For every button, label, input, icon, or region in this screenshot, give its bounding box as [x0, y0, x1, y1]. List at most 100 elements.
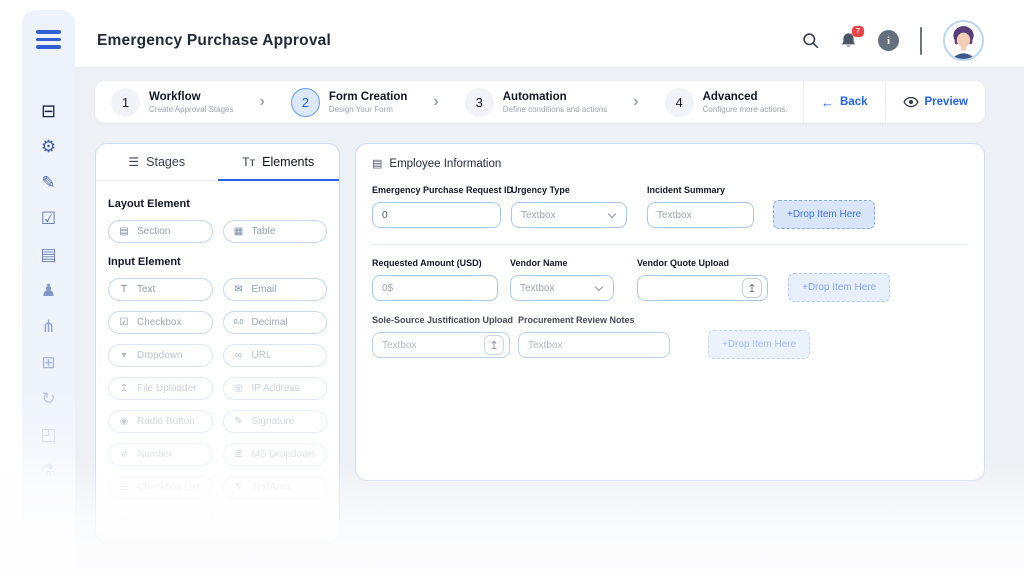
step-chevron-icon: › — [633, 93, 639, 110]
palette-item-checkbox[interactable]: ☑ Checkbox — [108, 311, 213, 334]
palette-item-label: Checkbox — [137, 317, 182, 328]
field-incident-summary[interactable]: Textbox — [647, 202, 754, 228]
step-form-creation[interactable]: 2 Form Creation Design Your Form — [290, 87, 408, 117]
palette-item-file-uploader[interactable]: ↥ File Uploader — [108, 377, 213, 400]
palette-item-faded[interactable]: ▢ — [108, 509, 213, 532]
file-upload-icon[interactable]: ↥ — [484, 335, 504, 355]
checkbox-list-icon: ☰ — [119, 482, 129, 493]
table-icon: ▦ — [233, 226, 244, 237]
palette-section-title: Layout Element — [108, 198, 190, 210]
sidebar: ⊟ ⚙ ✎ ☑ ▤ ♟ ⋔ ⊞ ↻ ◰ ⚗ — [22, 10, 75, 555]
palette-item-label: File Uploader — [137, 383, 197, 394]
form-section-header: ▤ Employee Information — [372, 157, 968, 171]
palette-item-url[interactable]: ∞ URL — [222, 344, 327, 367]
main-area: Emergency Purchase Approval 7 i 1 Workfl… — [75, 0, 1024, 576]
stepper-actions: ← Back Preview — [803, 81, 985, 123]
field-vendor-quote-upload[interactable]: ↥ — [637, 275, 768, 301]
header-actions: 7 i — [802, 20, 984, 61]
palette-item-table[interactable]: ▦ Table — [222, 220, 327, 243]
email-icon: ✉ — [234, 284, 243, 295]
element-palette: ☰ Stages Tт Elements Layout Element ▤ Section… — [95, 143, 340, 543]
chevron-down-icon — [607, 209, 617, 218]
archive-icon[interactable]: ◰ — [40, 425, 56, 445]
approvals-icon[interactable]: ☑ — [41, 209, 56, 229]
page-title: Emergency Purchase Approval — [97, 31, 331, 49]
textarea-icon: ¶ — [235, 482, 242, 493]
workflow-icon[interactable]: ⚙ — [41, 137, 56, 157]
palette-item-number[interactable]: # Number — [108, 443, 213, 466]
file-uploader-icon: ↥ — [119, 383, 129, 394]
palette-item-label: Checkbox List — [137, 482, 200, 493]
history-icon[interactable]: ↻ — [41, 389, 55, 409]
inactive-fields-label: ▤ Inactive Fields — [367, 559, 456, 571]
user-settings-icon[interactable]: ♟ — [41, 281, 56, 301]
step-number: 1 — [111, 87, 140, 117]
field-sole-source-justification-upload[interactable]: Textbox ↥ — [372, 332, 510, 358]
elements-text-icon: Tт — [242, 155, 256, 169]
decimal-icon: 0.0 — [233, 319, 244, 326]
notifications-bell-icon[interactable]: 7 — [840, 26, 864, 49]
palette-item-label: IP Address — [251, 383, 300, 394]
stages-list-icon: ☰ — [128, 155, 140, 169]
palette-item-label: Section — [137, 226, 171, 237]
field-emergency-purchase-request-id[interactable]: 0 — [372, 202, 501, 228]
form-builder-icon[interactable]: ✎ — [41, 173, 55, 193]
drop-zone[interactable]: +Drop Item Here — [788, 273, 891, 302]
dropdown-icon: ▾ — [121, 350, 127, 361]
field-procurement-review-notes[interactable]: Textbox — [518, 332, 670, 358]
field-value: Textbox — [657, 209, 692, 221]
tab-stages[interactable]: ☰ Stages — [96, 144, 218, 180]
drop-zone[interactable]: +Drop Item Here — [708, 330, 811, 359]
palette-item-label: Decimal — [251, 317, 288, 328]
step-workflow[interactable]: 1 Workflow Create Approval Stages — [111, 87, 234, 117]
url-icon: ∞ — [234, 350, 243, 361]
palette-item-ip-address[interactable]: ◎ IP Address — [222, 377, 327, 400]
palette-item-radio-button[interactable]: ◉ Radio Button — [108, 410, 213, 433]
palette-item-label: Number — [137, 449, 173, 460]
preview-button[interactable]: Preview — [884, 81, 985, 123]
palette-item-label: Table — [251, 226, 276, 237]
tab-elements[interactable]: Tт Elements — [217, 144, 340, 181]
step-label: Workflow — [149, 91, 201, 104]
menu-icon[interactable] — [36, 30, 61, 49]
search-icon[interactable] — [802, 32, 819, 49]
palette-item-faded[interactable]: ▢ — [222, 509, 327, 532]
step-automation[interactable]: 3 Automation Define conditions and actions — [464, 87, 607, 117]
palette-item-label: Text — [137, 284, 156, 295]
file-upload-icon[interactable]: ↥ — [742, 278, 762, 298]
palette-item-textarea[interactable]: ¶ TextArea — [222, 476, 327, 499]
palette-item-text[interactable]: T Text — [108, 278, 213, 301]
field-urgency-type[interactable]: Textbox — [511, 202, 627, 228]
dashboard-icon[interactable]: ⊟ — [41, 101, 56, 121]
ms-dropdown-icon: ≣ — [234, 449, 243, 460]
chevron-down-icon — [594, 282, 604, 291]
palette-item-decimal[interactable]: 0.0 Decimal — [222, 311, 327, 334]
lab-icon[interactable]: ⚗ — [41, 461, 56, 481]
builder-panels: ☰ Stages Tт Elements Layout Element ▤ Section… — [95, 143, 985, 543]
palette-item-section[interactable]: ▤ Section — [108, 220, 213, 243]
step-advanced[interactable]: 4 Advanced Configure more actions. — [664, 87, 788, 117]
field-label: Incident Summary — [647, 185, 726, 195]
field-vendor-name[interactable]: Textbox — [510, 275, 614, 301]
field-label: Requested Amount (USD) — [372, 258, 482, 268]
field-value: Textbox — [520, 282, 555, 294]
palette-item-dropdown[interactable]: ▾ Dropdown — [108, 344, 213, 367]
step-subtitle: Configure more actions. — [702, 104, 788, 114]
palette-item-signature[interactable]: ✎ Signature — [222, 410, 327, 433]
notification-badge: 7 — [852, 26, 864, 37]
field-label: Sole-Source Justification Upload — [372, 315, 514, 325]
step-chevron-icon: › — [259, 93, 265, 110]
step-label: Form Creation — [328, 91, 408, 104]
modules-icon[interactable]: ⊞ — [41, 353, 55, 373]
org-chart-icon[interactable]: ⋔ — [41, 317, 55, 337]
user-avatar[interactable] — [943, 20, 984, 61]
palette-item-email[interactable]: ✉ Email — [222, 278, 327, 301]
palette-item-ms-dropdown[interactable]: ≣ MS Dropdown — [222, 443, 327, 466]
drop-zone[interactable]: +Drop Item Here — [773, 200, 876, 229]
reports-icon[interactable]: ▤ — [40, 245, 56, 265]
field-requested-amount-usd[interactable]: 0$ — [372, 275, 498, 301]
step-number: 2 — [290, 87, 320, 117]
palette-item-checkbox-list[interactable]: ☰ Checkbox List — [108, 476, 213, 499]
info-icon[interactable]: i — [878, 30, 899, 51]
back-button[interactable]: ← Back — [803, 81, 885, 123]
